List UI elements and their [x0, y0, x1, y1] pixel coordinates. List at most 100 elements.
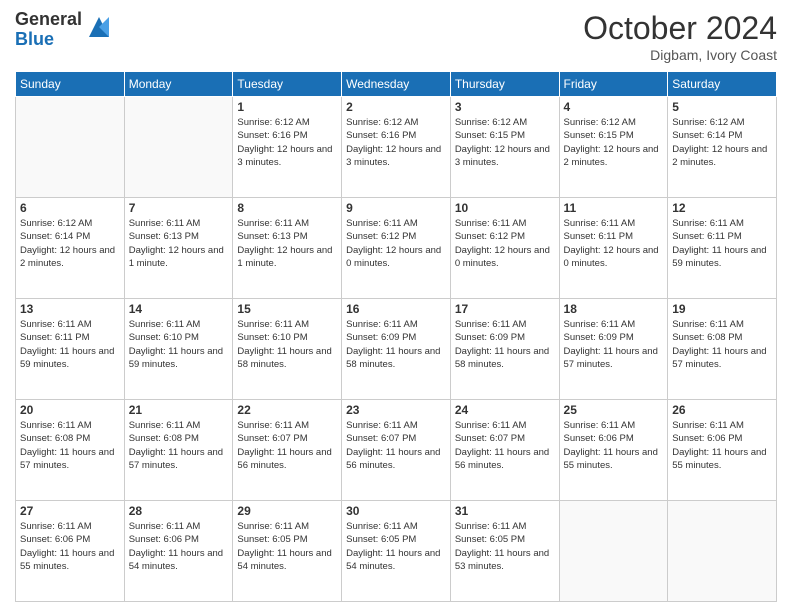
- calendar-cell: 24 Sunrise: 6:11 AMSunset: 6:07 PMDayligh…: [450, 400, 559, 501]
- calendar-cell: 17 Sunrise: 6:11 AMSunset: 6:09 PMDayligh…: [450, 299, 559, 400]
- calendar-cell: 23 Sunrise: 6:11 AMSunset: 6:07 PMDayligh…: [342, 400, 451, 501]
- day-detail: Sunrise: 6:11 AMSunset: 6:06 PMDaylight:…: [672, 420, 766, 471]
- day-number: 16: [346, 302, 446, 316]
- day-detail: Sunrise: 6:11 AMSunset: 6:11 PMDaylight:…: [672, 218, 766, 269]
- calendar-week-row: 1 Sunrise: 6:12 AMSunset: 6:16 PMDaylight…: [16, 97, 777, 198]
- day-number: 29: [237, 504, 337, 518]
- calendar-cell: 31Sunrise: 6:11 AMSunset: 6:05 PMDayligh…: [450, 501, 559, 602]
- calendar-cell: 11Sunrise: 6:11 AMSunset: 6:11 PMDayligh…: [559, 198, 668, 299]
- day-number: 3: [455, 100, 555, 114]
- day-number: 1: [237, 100, 337, 114]
- calendar-cell: [668, 501, 777, 602]
- day-number: 15: [237, 302, 337, 316]
- day-detail: Sunrise: 6:12 AMSunset: 6:14 PMDaylight:…: [672, 117, 767, 168]
- day-number: 25: [564, 403, 664, 417]
- day-number: 14: [129, 302, 229, 316]
- weekday-header-saturday: Saturday: [668, 72, 777, 97]
- location: Digbam, Ivory Coast: [583, 47, 777, 63]
- day-detail: Sunrise: 6:11 AMSunset: 6:10 PMDaylight:…: [237, 319, 331, 370]
- day-number: 21: [129, 403, 229, 417]
- day-number: 13: [20, 302, 120, 316]
- day-detail: Sunrise: 6:11 AMSunset: 6:05 PMDaylight:…: [346, 521, 440, 572]
- day-detail: Sunrise: 6:11 AMSunset: 6:08 PMDaylight:…: [20, 420, 114, 471]
- day-number: 28: [129, 504, 229, 518]
- weekday-header-wednesday: Wednesday: [342, 72, 451, 97]
- calendar-table: SundayMondayTuesdayWednesdayThursdayFrid…: [15, 71, 777, 602]
- calendar-cell: 21Sunrise: 6:11 AMSunset: 6:08 PMDayligh…: [124, 400, 233, 501]
- logo: General Blue: [15, 10, 113, 50]
- day-detail: Sunrise: 6:11 AMSunset: 6:06 PMDaylight:…: [129, 521, 223, 572]
- day-number: 26: [672, 403, 772, 417]
- day-number: 30: [346, 504, 446, 518]
- calendar-cell: 16 Sunrise: 6:11 AMSunset: 6:09 PMDayligh…: [342, 299, 451, 400]
- day-detail: Sunrise: 6:11 AMSunset: 6:10 PMDaylight:…: [129, 319, 223, 370]
- weekday-header-row: SundayMondayTuesdayWednesdayThursdayFrid…: [16, 72, 777, 97]
- day-detail: Sunrise: 6:11 AMSunset: 6:07 PMDaylight:…: [455, 420, 549, 471]
- day-detail: Sunrise: 6:11 AMSunset: 6:13 PMDaylight:…: [129, 218, 224, 269]
- weekday-header-friday: Friday: [559, 72, 668, 97]
- calendar-cell: [16, 97, 125, 198]
- calendar-week-row: 20 Sunrise: 6:11 AMSunset: 6:08 PMDayligh…: [16, 400, 777, 501]
- day-number: 23: [346, 403, 446, 417]
- calendar-cell: 26 Sunrise: 6:11 AMSunset: 6:06 PMDayligh…: [668, 400, 777, 501]
- day-number: 17: [455, 302, 555, 316]
- day-detail: Sunrise: 6:11 AMSunset: 6:06 PMDaylight:…: [564, 420, 658, 471]
- day-number: 9: [346, 201, 446, 215]
- day-detail: Sunrise: 6:11 AMSunset: 6:07 PMDaylight:…: [237, 420, 331, 471]
- calendar-cell: 5 Sunrise: 6:12 AMSunset: 6:14 PMDaylight…: [668, 97, 777, 198]
- day-number: 7: [129, 201, 229, 215]
- calendar-cell: [124, 97, 233, 198]
- day-detail: Sunrise: 6:11 AMSunset: 6:11 PMDaylight:…: [564, 218, 659, 269]
- logo-blue: Blue: [15, 30, 82, 50]
- calendar-cell: 15 Sunrise: 6:11 AMSunset: 6:10 PMDayligh…: [233, 299, 342, 400]
- day-detail: Sunrise: 6:11 AMSunset: 6:11 PMDaylight:…: [20, 319, 114, 370]
- logo-icon: [85, 13, 113, 41]
- day-detail: Sunrise: 6:11 AMSunset: 6:06 PMDaylight:…: [20, 521, 114, 572]
- month-title: October 2024: [583, 10, 777, 47]
- calendar-cell: 8Sunrise: 6:11 AMSunset: 6:13 PMDaylight…: [233, 198, 342, 299]
- calendar-cell: 3Sunrise: 6:12 AMSunset: 6:15 PMDaylight…: [450, 97, 559, 198]
- calendar-cell: 6 Sunrise: 6:12 AMSunset: 6:14 PMDaylight…: [16, 198, 125, 299]
- title-block: October 2024 Digbam, Ivory Coast: [583, 10, 777, 63]
- day-detail: Sunrise: 6:11 AMSunset: 6:12 PMDaylight:…: [346, 218, 441, 269]
- logo-text: General Blue: [15, 10, 82, 50]
- day-number: 20: [20, 403, 120, 417]
- day-number: 22: [237, 403, 337, 417]
- day-detail: Sunrise: 6:11 AMSunset: 6:09 PMDaylight:…: [346, 319, 440, 370]
- page: General Blue October 2024 Digbam, Ivory …: [0, 0, 792, 612]
- calendar-cell: 1 Sunrise: 6:12 AMSunset: 6:16 PMDaylight…: [233, 97, 342, 198]
- day-number: 8: [237, 201, 337, 215]
- day-detail: Sunrise: 6:11 AMSunset: 6:09 PMDaylight:…: [455, 319, 549, 370]
- calendar-cell: 28 Sunrise: 6:11 AMSunset: 6:06 PMDayligh…: [124, 501, 233, 602]
- calendar-week-row: 27Sunrise: 6:11 AMSunset: 6:06 PMDayligh…: [16, 501, 777, 602]
- day-detail: Sunrise: 6:11 AMSunset: 6:05 PMDaylight:…: [237, 521, 331, 572]
- day-detail: Sunrise: 6:12 AMSunset: 6:14 PMDaylight:…: [20, 218, 115, 269]
- day-detail: Sunrise: 6:12 AMSunset: 6:15 PMDaylight:…: [564, 117, 659, 168]
- day-number: 24: [455, 403, 555, 417]
- logo-general: General: [15, 10, 82, 30]
- calendar-week-row: 6 Sunrise: 6:12 AMSunset: 6:14 PMDaylight…: [16, 198, 777, 299]
- calendar-cell: [559, 501, 668, 602]
- day-detail: Sunrise: 6:11 AMSunset: 6:05 PMDaylight:…: [455, 521, 549, 572]
- day-number: 4: [564, 100, 664, 114]
- weekday-header-sunday: Sunday: [16, 72, 125, 97]
- calendar-cell: 30 Sunrise: 6:11 AMSunset: 6:05 PMDayligh…: [342, 501, 451, 602]
- calendar-cell: 25 Sunrise: 6:11 AMSunset: 6:06 PMDayligh…: [559, 400, 668, 501]
- day-detail: Sunrise: 6:12 AMSunset: 6:16 PMDaylight:…: [237, 117, 332, 168]
- day-detail: Sunrise: 6:11 AMSunset: 6:12 PMDaylight:…: [455, 218, 550, 269]
- day-detail: Sunrise: 6:11 AMSunset: 6:09 PMDaylight:…: [564, 319, 658, 370]
- day-detail: Sunrise: 6:11 AMSunset: 6:07 PMDaylight:…: [346, 420, 440, 471]
- calendar-cell: 2Sunrise: 6:12 AMSunset: 6:16 PMDaylight…: [342, 97, 451, 198]
- day-number: 5: [672, 100, 772, 114]
- weekday-header-thursday: Thursday: [450, 72, 559, 97]
- calendar-cell: 4 Sunrise: 6:12 AMSunset: 6:15 PMDaylight…: [559, 97, 668, 198]
- calendar-cell: 22 Sunrise: 6:11 AMSunset: 6:07 PMDayligh…: [233, 400, 342, 501]
- day-number: 19: [672, 302, 772, 316]
- header: General Blue October 2024 Digbam, Ivory …: [15, 10, 777, 63]
- day-number: 6: [20, 201, 120, 215]
- day-number: 12: [672, 201, 772, 215]
- calendar-cell: 14 Sunrise: 6:11 AMSunset: 6:10 PMDayligh…: [124, 299, 233, 400]
- weekday-header-tuesday: Tuesday: [233, 72, 342, 97]
- calendar-cell: 9 Sunrise: 6:11 AMSunset: 6:12 PMDaylight…: [342, 198, 451, 299]
- calendar-cell: 19Sunrise: 6:11 AMSunset: 6:08 PMDayligh…: [668, 299, 777, 400]
